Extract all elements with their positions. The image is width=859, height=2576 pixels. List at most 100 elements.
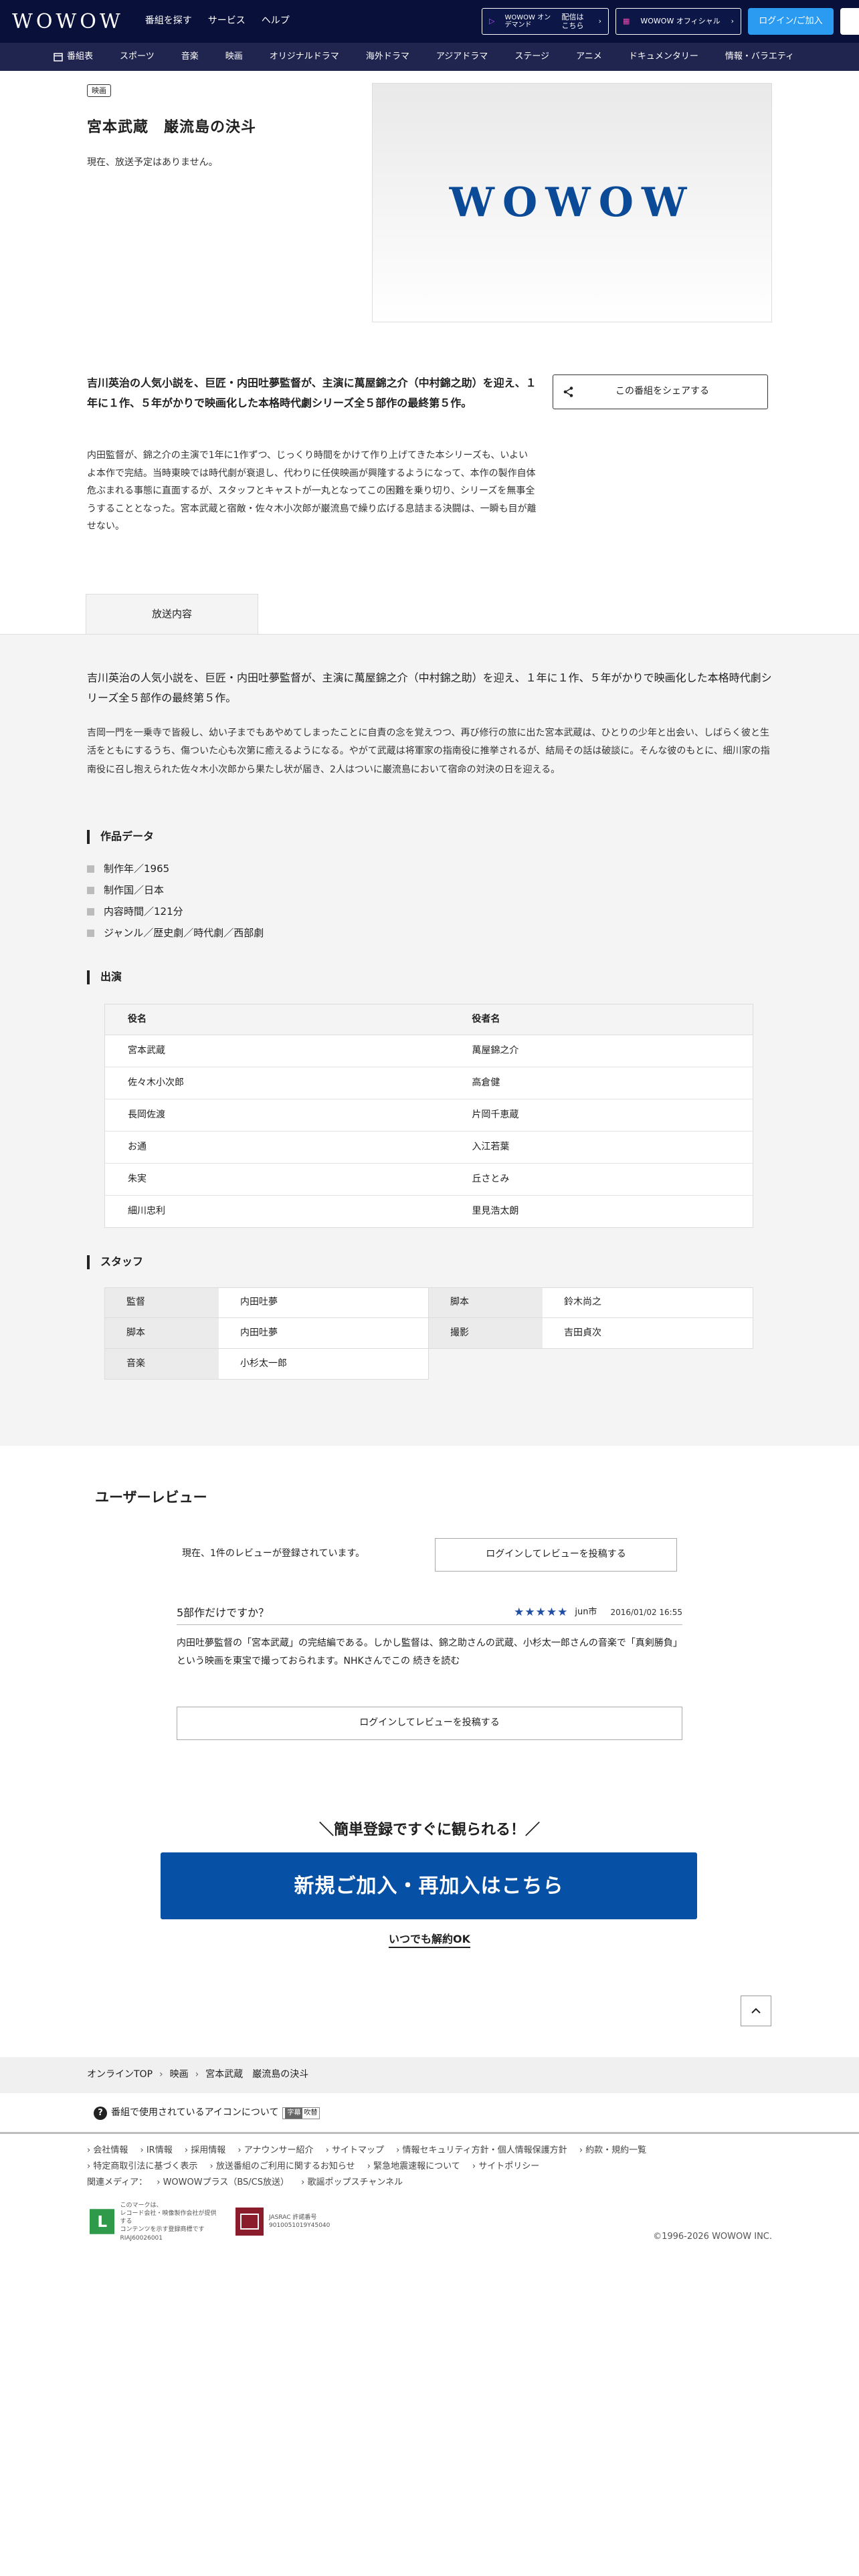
- breadcrumb-movie[interactable]: 映画: [170, 2067, 189, 2083]
- chevron-right-icon: ›: [731, 16, 734, 25]
- signup-button[interactable]: 新規ご加入・再加入はこちら: [161, 1852, 697, 1919]
- footer-link[interactable]: 約款・規約一覧: [579, 2145, 646, 2155]
- footer-link[interactable]: サイトポリシー: [472, 2161, 539, 2171]
- table-row: 監督 内田吐夢 脚本 鈴木尚之: [104, 1287, 753, 1318]
- read-more-link[interactable]: 続きを読む: [413, 1656, 460, 1667]
- program-description: 内田監督が、錦之介の主演で1年に1作ずつ、じっくり時間をかけて作り上げてきた本シ…: [87, 450, 537, 532]
- works-list: 制作年／1965 制作国／日本 内容時間／121分 ジャンル／歴史劇／時代劇／西…: [87, 858, 264, 944]
- back-to-top-button[interactable]: [741, 1996, 771, 2026]
- ondemand-button[interactable]: ▷ WOWOW オンデマンド 配信は こちら ›: [482, 8, 609, 35]
- ondemand-brand: WOWOW オンデマンド: [504, 14, 551, 29]
- post-review-button[interactable]: ログインしてレビューを投稿する: [435, 1538, 677, 1572]
- icon-note-link[interactable]: ? 番組で使用されているアイコンについて 字幕 吹替: [94, 2101, 320, 2125]
- staff-role: 脚本: [105, 1318, 219, 1348]
- review-item: 5部作だけですか？ ★★★★★ jun市 2016/01/02 16:55 内田…: [177, 1601, 682, 1670]
- genre-tag: 映画: [87, 84, 111, 98]
- role-cell: 朱実: [104, 1163, 450, 1196]
- share-button[interactable]: この番組をシェアする: [553, 374, 768, 409]
- share-label: この番組をシェアする: [615, 386, 709, 397]
- footer-link[interactable]: 会社情報: [87, 2145, 128, 2155]
- official-shop-button[interactable]: ▦ WOWOW オフィシャル ›: [615, 8, 741, 35]
- subnav-asia-drama[interactable]: アジアドラマ: [423, 49, 501, 64]
- footer-link[interactable]: 緊急地震速報について: [367, 2161, 460, 2171]
- chevron-up-icon: [751, 2008, 761, 2014]
- program-image: WOWOW: [372, 83, 772, 322]
- actor-cell: 里見浩太朗: [449, 1195, 753, 1228]
- staff-name: 小杉太一郎: [219, 1349, 428, 1379]
- table-row: お通 入江若葉: [104, 1131, 753, 1164]
- breadcrumb: オンラインTOP › 映画 › 宮本武蔵 巌流島の決斗: [0, 2057, 859, 2093]
- subnav-original-drama[interactable]: オリジナルドラマ: [256, 49, 353, 64]
- actor-cell: 入江若葉: [449, 1131, 753, 1164]
- staff-name: 吉田貞次: [543, 1318, 753, 1348]
- list-item: 制作年／1965: [87, 858, 264, 879]
- play-icon: ▷: [489, 16, 495, 25]
- jasrac-icon: [235, 2208, 264, 2236]
- question-icon: ?: [94, 2107, 107, 2120]
- role-cell: 長岡佐渡: [104, 1099, 450, 1132]
- share-icon: [563, 387, 573, 397]
- nav-search-programs[interactable]: 番組を探す: [145, 13, 192, 29]
- column-actor: 役者名: [449, 1004, 753, 1035]
- chevron-right-icon: ›: [159, 2069, 163, 2080]
- chevron-right-icon: ›: [598, 16, 601, 25]
- staff-role: 撮影: [429, 1318, 543, 1348]
- cast-table: 役名 役者名 宮本武蔵 萬屋錦之介 佐々木小次郎 高倉健 長岡佐渡 片岡千恵蔵 お通入…: [104, 1004, 753, 1228]
- hero-logo: WOWOW: [449, 179, 695, 226]
- table-row: 朱実 丘さとみ: [104, 1163, 753, 1196]
- footer-link[interactable]: 特定商取引法に基づく表示: [87, 2161, 197, 2171]
- related-link[interactable]: 歌謡ポップスチャンネル: [301, 2177, 403, 2187]
- nav-services[interactable]: サービス: [208, 13, 246, 29]
- related-media-label: 関連メディア：: [87, 2177, 148, 2187]
- review-text: 内田吐夢監督の「宮本武蔵」の完結編である。しかし監督は、錦之助さんの武蔵、小杉太…: [177, 1634, 682, 1670]
- related-link[interactable]: WOWOWプラス（BS/CS放送）: [157, 2177, 289, 2187]
- riaj-text: このマークは、 レコード会社・映像製作会社が提供する コンテンツを示す登録商標で…: [120, 2202, 217, 2242]
- svg-text:L: L: [97, 2213, 107, 2231]
- login-button[interactable]: ログイン/ご加入: [748, 8, 834, 35]
- subnav-music[interactable]: 音楽: [168, 49, 212, 64]
- shop-icon: ▦: [623, 16, 630, 25]
- calendar-icon: [54, 53, 63, 62]
- list-item: ジャンル／歴史劇／時代劇／西部劇: [87, 922, 264, 944]
- tab-broadcast-content[interactable]: 放送内容: [86, 594, 258, 634]
- review-user: jun市: [575, 1607, 597, 1618]
- breadcrumb-current: 宮本武蔵 巌流島の決斗: [205, 2069, 309, 2080]
- footer-link[interactable]: 放送番組のご利用に関するお知らせ: [210, 2161, 355, 2171]
- l-mark-icon: L: [90, 2209, 115, 2235]
- subnav-anime[interactable]: アニメ: [563, 49, 615, 64]
- footer-link[interactable]: アナウンサー紹介: [237, 2145, 313, 2155]
- cast-heading: 出演: [87, 970, 122, 984]
- subnav-stage[interactable]: ステージ: [501, 49, 563, 64]
- wowow-logo[interactable]: WOWOW: [12, 5, 124, 39]
- global-header: WOWOW 番組を探す サービス ヘルプ ▷ WOWOW オンデマンド 配信は …: [0, 0, 859, 43]
- footer-link[interactable]: サイトマップ: [326, 2145, 384, 2155]
- subnav-variety[interactable]: 情報・バラエティ: [712, 49, 807, 64]
- subnav-sports[interactable]: スポーツ: [106, 49, 168, 64]
- breadcrumb-top[interactable]: オンラインTOP: [87, 2067, 153, 2083]
- detail-synopsis: 吉岡一門を一乗寺で皆殺し、幼い子までもあやめてしまったことに自責の念を覚えつつ、…: [87, 728, 770, 775]
- footer-link[interactable]: IR情報: [140, 2145, 173, 2155]
- role-cell: お通: [104, 1131, 450, 1164]
- icon-sample-b: 吹替: [304, 2109, 318, 2117]
- footer-links: 会社情報 IR情報 採用情報 アナウンサー紹介 サイトマップ 情報セキュリティ方…: [87, 2143, 783, 2191]
- search-icon[interactable]: [840, 8, 859, 35]
- actor-cell: 萬屋錦之介: [449, 1035, 753, 1067]
- cancel-link[interactable]: いつでも解約OK: [388, 1933, 470, 1948]
- detail-panel: 吉川英治の人気小説を、巨匠・内田吐夢監督が、主演に萬屋錦之介（中村錦之助）を迎え…: [0, 634, 859, 1446]
- column-role: 役名: [104, 1004, 450, 1035]
- schedule-status: 現在、放送予定はありません。: [87, 157, 218, 168]
- footer-link[interactable]: 情報セキュリティ方針・個人情報保護方針: [396, 2145, 567, 2155]
- certification-badges: L このマークは、 レコード会社・映像製作会社が提供する コンテンツを示す登録商…: [90, 2202, 363, 2242]
- subnav-schedule[interactable]: 番組表: [40, 49, 106, 64]
- reviews-heading: ユーザーレビュー: [95, 1489, 207, 1505]
- role-cell: 宮本武蔵: [104, 1035, 450, 1067]
- post-review-button-bottom[interactable]: ログインしてレビューを投稿する: [177, 1707, 682, 1740]
- staff-role: 音楽: [105, 1349, 219, 1379]
- table-row: 長岡佐渡 片岡千恵蔵: [104, 1099, 753, 1132]
- footer-link[interactable]: 採用情報: [185, 2145, 225, 2155]
- subnav-documentary[interactable]: ドキュメンタリー: [615, 49, 712, 64]
- icon-note-label: 番組で使用されているアイコンについて: [111, 2107, 279, 2119]
- subnav-overseas-drama[interactable]: 海外ドラマ: [353, 49, 423, 64]
- subnav-movie[interactable]: 映画: [212, 49, 256, 64]
- nav-help[interactable]: ヘルプ: [262, 13, 290, 29]
